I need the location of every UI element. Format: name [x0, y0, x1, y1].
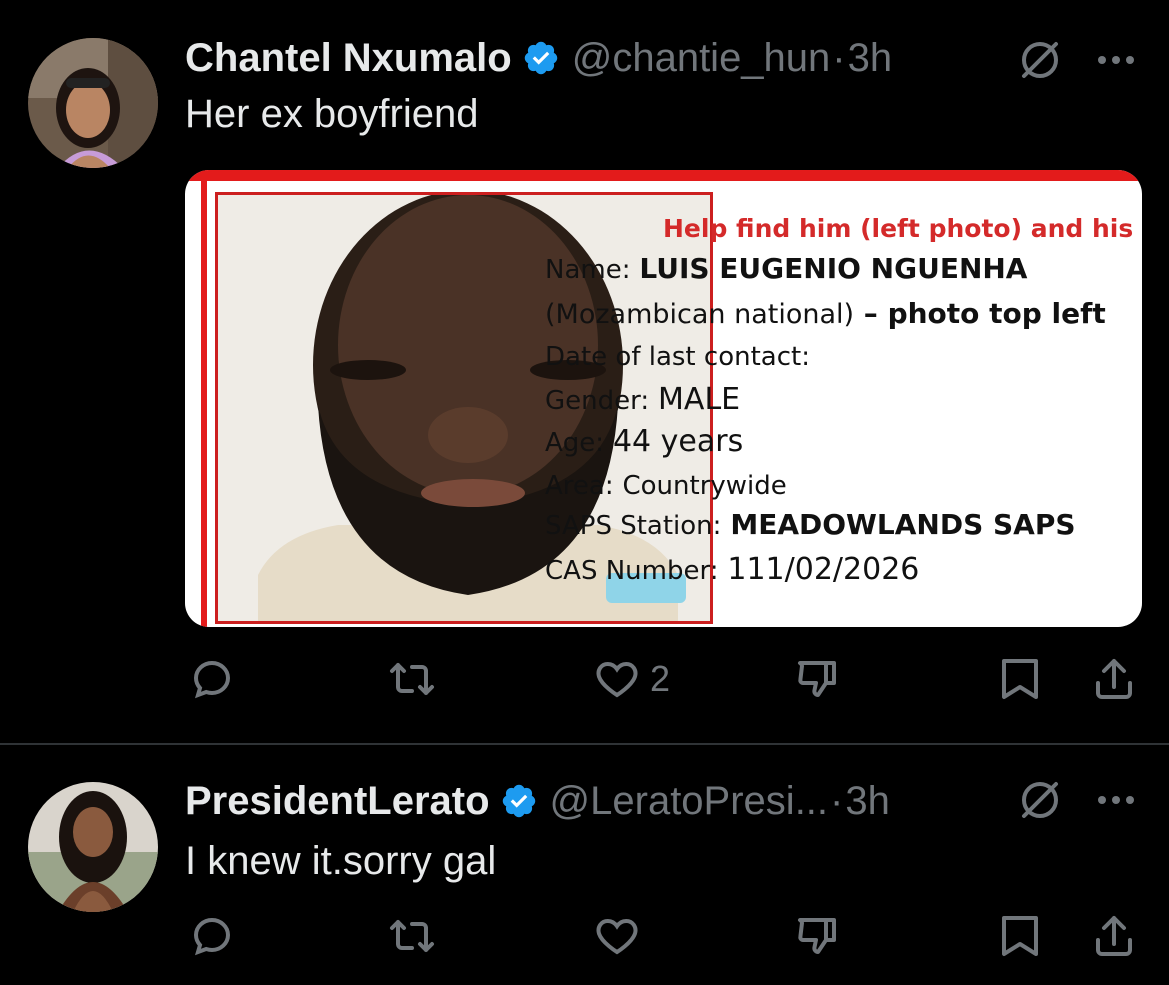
like-button[interactable]: [592, 912, 650, 960]
poster-left-bar: [201, 170, 207, 627]
verified-badge-icon[interactable]: [522, 39, 560, 77]
verified-badge-icon[interactable]: [500, 782, 538, 820]
nationality-dash: –: [854, 297, 888, 330]
mute-icon[interactable]: [1016, 776, 1064, 824]
avatar[interactable]: [28, 38, 158, 168]
last-contact-label: Date of last contact:: [545, 342, 810, 372]
tweet-2[interactable]: PresidentLerato @LeratoPresi... · 3h I k…: [0, 745, 1169, 985]
thumbs-down-icon: [798, 918, 836, 954]
display-name[interactable]: Chantel Nxumalo: [185, 36, 512, 81]
tweet-media[interactable]: Help find him (left photo) and his pa Na…: [185, 170, 1142, 627]
area-value: Countrywide: [622, 471, 787, 501]
name-value: LUIS EUGENIO NGUENHA: [639, 252, 1028, 285]
thumbs-down-icon: [798, 661, 836, 697]
share-icon: [1096, 659, 1132, 699]
more-options-icon[interactable]: [1096, 52, 1136, 68]
timestamp[interactable]: 3h: [845, 779, 890, 824]
tweet-1[interactable]: Chantel Nxumalo @chantie_hun · 3h Her ex…: [0, 0, 1169, 745]
dislike-button[interactable]: [794, 912, 850, 960]
bookmark-icon: [1002, 659, 1038, 699]
bookmark-button[interactable]: [998, 655, 1042, 703]
station-value: MEADOWLANDS SAPS: [730, 508, 1076, 541]
tweet-header: Chantel Nxumalo @chantie_hun · 3h: [185, 32, 892, 84]
gender-value: MALE: [658, 382, 741, 417]
like-button[interactable]: 2: [592, 655, 670, 703]
handle[interactable]: @chantie_hun: [572, 36, 831, 81]
retweet-icon: [390, 663, 434, 695]
share-button[interactable]: [1090, 655, 1138, 703]
separator-dot: ·: [830, 778, 844, 823]
retweet-button[interactable]: [386, 655, 446, 703]
share-icon: [1096, 916, 1132, 956]
nationality-note: photo top left: [887, 297, 1106, 330]
gender-label: Gender:: [545, 386, 650, 416]
age-value: 44 years: [612, 424, 744, 459]
poster-top-bar: [185, 170, 1142, 181]
reply-button[interactable]: [188, 912, 244, 960]
poster-headline: Help find him (left photo) and his pa: [663, 214, 1142, 243]
area-label: Area:: [545, 471, 614, 501]
separator-dot: ·: [832, 35, 846, 80]
mute-icon[interactable]: [1016, 36, 1064, 84]
tweet-text: I knew it.sorry gal: [185, 839, 497, 883]
name-label: Name:: [545, 255, 631, 285]
station-label: SAPS Station:: [545, 511, 722, 541]
bookmark-icon: [1002, 916, 1038, 956]
more-options-icon[interactable]: [1096, 792, 1136, 808]
display-name[interactable]: PresidentLerato: [185, 779, 490, 824]
cas-label: CAS Number:: [545, 556, 719, 586]
avatar[interactable]: [28, 782, 158, 912]
bookmark-button[interactable]: [998, 912, 1042, 960]
reply-button[interactable]: [188, 655, 244, 703]
retweet-icon: [390, 920, 434, 952]
reply-icon: [193, 660, 231, 699]
handle[interactable]: @LeratoPresi...: [550, 779, 829, 824]
reply-icon: [193, 917, 231, 956]
heart-icon: [596, 661, 638, 698]
like-count: 2: [650, 658, 671, 699]
timestamp[interactable]: 3h: [848, 36, 893, 81]
heart-icon: [596, 918, 638, 955]
age-label: Age:: [545, 428, 605, 458]
cas-value: 111/02/2026: [727, 552, 920, 587]
tweet-text: Her ex boyfriend: [185, 92, 479, 136]
nationality-text: (Mozambican national): [545, 299, 855, 330]
share-button[interactable]: [1090, 912, 1138, 960]
tweet-header: PresidentLerato @LeratoPresi... · 3h: [185, 775, 890, 827]
retweet-button[interactable]: [386, 912, 446, 960]
dislike-button[interactable]: [794, 655, 850, 703]
